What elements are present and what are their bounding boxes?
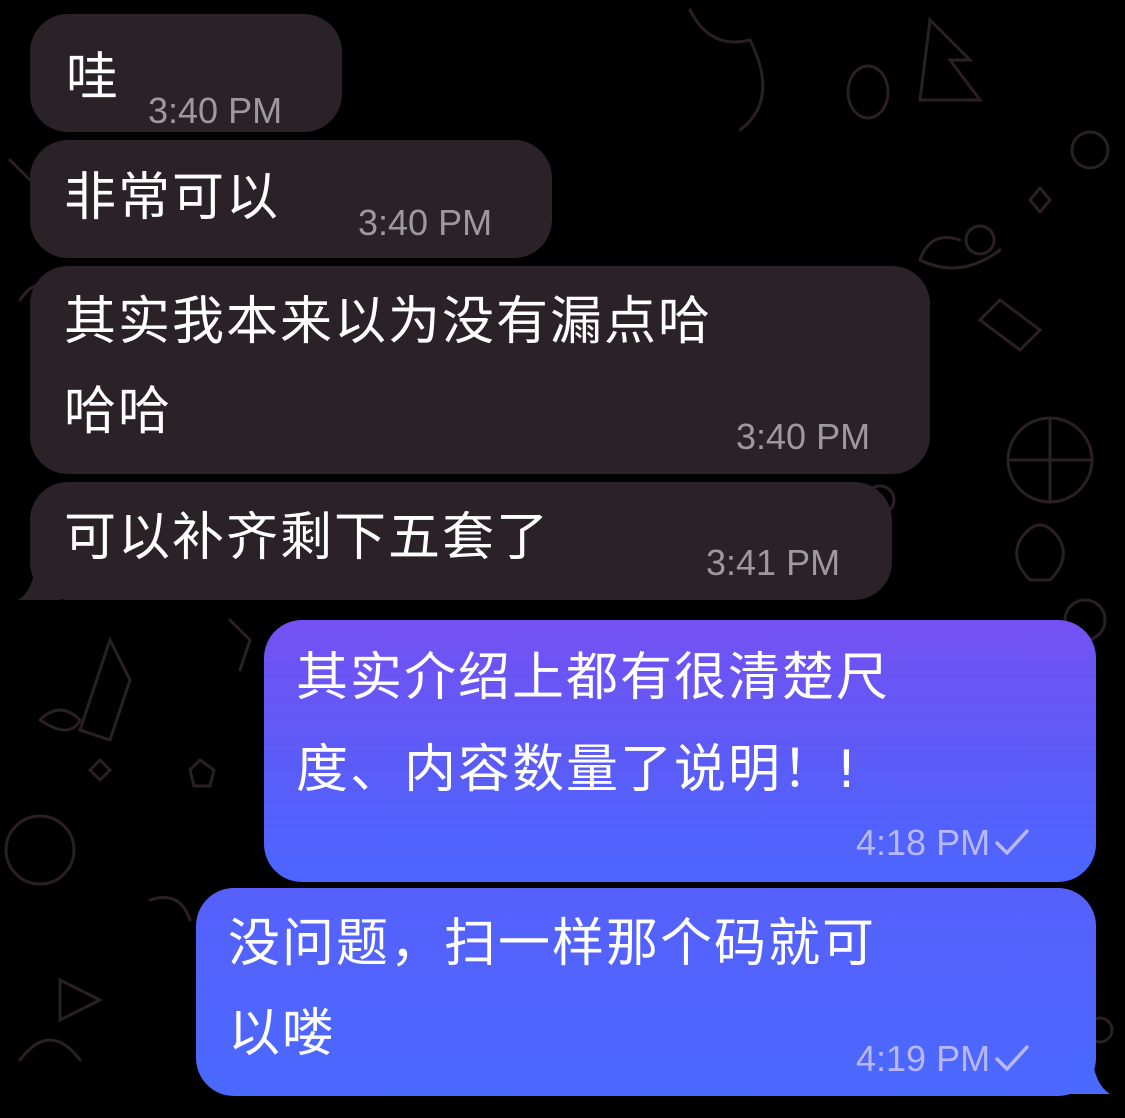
- incoming-message[interactable]: 非常可以 3:40 PM: [30, 140, 552, 258]
- timestamp-text: 4:19 PM: [856, 1038, 991, 1079]
- outgoing-message[interactable]: 其实介绍上都有很清楚尺 度、内容数量了说明！! 4:18 PM: [264, 620, 1096, 882]
- message-timestamp: 4:19 PM: [856, 1038, 1030, 1080]
- message-text-line: 没问题，扫一样那个码就可: [228, 914, 877, 974]
- message-timestamp: 3:40 PM: [736, 416, 871, 457]
- outgoing-bubble-tail: [1068, 1054, 1110, 1094]
- sent-check-icon: [995, 1045, 1029, 1071]
- sent-check-icon: [995, 829, 1029, 855]
- message-timestamp: 4:18 PM: [856, 822, 1030, 864]
- incoming-message[interactable]: 其实我本来以为没有漏点哈 哈哈 3:40 PM: [30, 266, 930, 474]
- message-text-line: 其实介绍上都有很清楚尺: [296, 648, 891, 708]
- message-text: 非常可以: [64, 168, 281, 228]
- outgoing-message[interactable]: 没问题，扫一样那个码就可 以喽 4:19 PM: [196, 888, 1096, 1096]
- message-text-line: 度、内容数量了说明！!: [296, 740, 859, 800]
- message-text: 可以补齐剩下五套了: [64, 508, 551, 568]
- incoming-message[interactable]: 可以补齐剩下五套了 3:41 PM: [30, 482, 892, 600]
- message-text-line: 其实我本来以为没有漏点哈: [64, 292, 713, 352]
- message-timestamp: 3:40 PM: [358, 202, 493, 243]
- message-text-line: 以喽: [228, 1004, 337, 1064]
- message-timestamp: 3:40 PM: [148, 90, 283, 131]
- message-timestamp: 3:41 PM: [706, 542, 841, 583]
- incoming-message[interactable]: 哇 3:40 PM: [30, 14, 342, 132]
- message-text: 哇: [66, 48, 121, 108]
- incoming-bubble-tail: [18, 560, 60, 600]
- timestamp-text: 4:18 PM: [856, 822, 991, 863]
- message-text-line: 哈哈: [64, 382, 173, 442]
